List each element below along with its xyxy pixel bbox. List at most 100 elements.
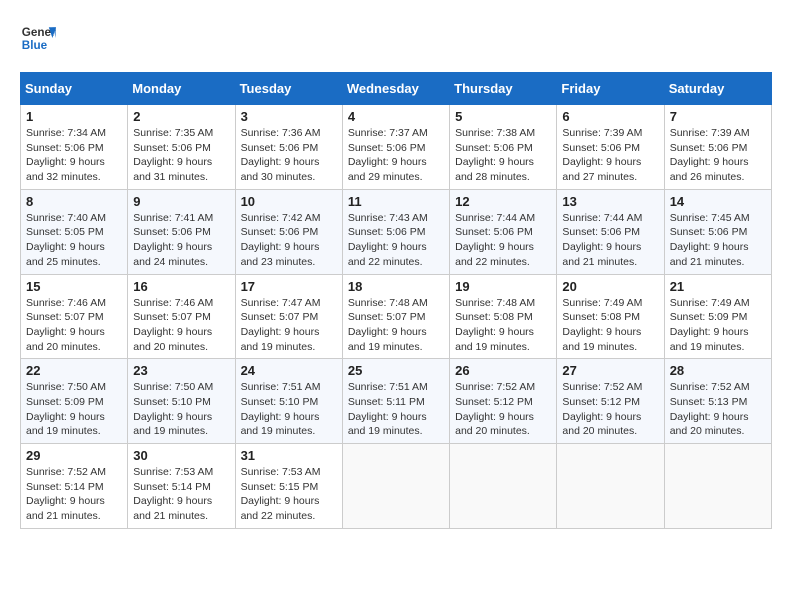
calendar-cell: 1 Sunrise: 7:34 AM Sunset: 5:06 PM Dayli…	[21, 105, 128, 190]
calendar-cell: 10 Sunrise: 7:42 AM Sunset: 5:06 PM Dayl…	[235, 189, 342, 274]
sunrise-label: Sunrise: 7:46 AM	[133, 297, 213, 309]
sunset-label: Sunset: 5:07 PM	[26, 311, 104, 323]
sunset-label: Sunset: 5:06 PM	[133, 142, 211, 154]
daylight-label: Daylight: 9 hours and 19 minutes.	[133, 411, 212, 438]
sunrise-label: Sunrise: 7:52 AM	[670, 381, 750, 393]
day-info: Sunrise: 7:48 AM Sunset: 5:08 PM Dayligh…	[455, 296, 551, 355]
calendar-cell: 6 Sunrise: 7:39 AM Sunset: 5:06 PM Dayli…	[557, 105, 664, 190]
day-number: 19	[455, 279, 551, 294]
sunrise-label: Sunrise: 7:34 AM	[26, 127, 106, 139]
sunset-label: Sunset: 5:12 PM	[455, 396, 533, 408]
sunrise-label: Sunrise: 7:50 AM	[133, 381, 213, 393]
calendar-table: SundayMondayTuesdayWednesdayThursdayFrid…	[20, 72, 772, 529]
calendar-cell: 22 Sunrise: 7:50 AM Sunset: 5:09 PM Dayl…	[21, 359, 128, 444]
daylight-label: Daylight: 9 hours and 21 minutes.	[26, 495, 105, 522]
daylight-label: Daylight: 9 hours and 25 minutes.	[26, 241, 105, 268]
sunset-label: Sunset: 5:07 PM	[348, 311, 426, 323]
daylight-label: Daylight: 9 hours and 19 minutes.	[562, 326, 641, 353]
sunset-label: Sunset: 5:06 PM	[455, 142, 533, 154]
page-header: General Blue	[20, 20, 772, 56]
sunrise-label: Sunrise: 7:46 AM	[26, 297, 106, 309]
day-info: Sunrise: 7:49 AM Sunset: 5:08 PM Dayligh…	[562, 296, 658, 355]
sunset-label: Sunset: 5:06 PM	[26, 142, 104, 154]
sunrise-label: Sunrise: 7:43 AM	[348, 212, 428, 224]
day-info: Sunrise: 7:40 AM Sunset: 5:05 PM Dayligh…	[26, 211, 122, 270]
sunset-label: Sunset: 5:06 PM	[455, 226, 533, 238]
day-info: Sunrise: 7:50 AM Sunset: 5:10 PM Dayligh…	[133, 380, 229, 439]
calendar-week-row: 22 Sunrise: 7:50 AM Sunset: 5:09 PM Dayl…	[21, 359, 772, 444]
day-number: 7	[670, 109, 766, 124]
sunset-label: Sunset: 5:08 PM	[562, 311, 640, 323]
calendar-cell: 8 Sunrise: 7:40 AM Sunset: 5:05 PM Dayli…	[21, 189, 128, 274]
calendar-cell	[664, 444, 771, 529]
daylight-label: Daylight: 9 hours and 19 minutes.	[348, 411, 427, 438]
calendar-cell: 21 Sunrise: 7:49 AM Sunset: 5:09 PM Dayl…	[664, 274, 771, 359]
calendar-cell: 24 Sunrise: 7:51 AM Sunset: 5:10 PM Dayl…	[235, 359, 342, 444]
day-info: Sunrise: 7:46 AM Sunset: 5:07 PM Dayligh…	[26, 296, 122, 355]
day-number: 14	[670, 194, 766, 209]
sunset-label: Sunset: 5:06 PM	[133, 226, 211, 238]
sunset-label: Sunset: 5:09 PM	[670, 311, 748, 323]
sunset-label: Sunset: 5:11 PM	[348, 396, 425, 408]
day-number: 17	[241, 279, 337, 294]
day-number: 15	[26, 279, 122, 294]
day-info: Sunrise: 7:35 AM Sunset: 5:06 PM Dayligh…	[133, 126, 229, 185]
sunrise-label: Sunrise: 7:45 AM	[670, 212, 750, 224]
daylight-label: Daylight: 9 hours and 20 minutes.	[455, 411, 534, 438]
sunrise-label: Sunrise: 7:41 AM	[133, 212, 213, 224]
sunrise-label: Sunrise: 7:39 AM	[670, 127, 750, 139]
logo: General Blue	[20, 20, 60, 56]
sunset-label: Sunset: 5:15 PM	[241, 481, 319, 493]
day-number: 5	[455, 109, 551, 124]
calendar-cell: 11 Sunrise: 7:43 AM Sunset: 5:06 PM Dayl…	[342, 189, 449, 274]
calendar-cell	[450, 444, 557, 529]
daylight-label: Daylight: 9 hours and 19 minutes.	[26, 411, 105, 438]
sunset-label: Sunset: 5:12 PM	[562, 396, 640, 408]
calendar-cell: 20 Sunrise: 7:49 AM Sunset: 5:08 PM Dayl…	[557, 274, 664, 359]
day-number: 25	[348, 363, 444, 378]
calendar-cell: 9 Sunrise: 7:41 AM Sunset: 5:06 PM Dayli…	[128, 189, 235, 274]
sunrise-label: Sunrise: 7:38 AM	[455, 127, 535, 139]
day-number: 30	[133, 448, 229, 463]
calendar-week-row: 8 Sunrise: 7:40 AM Sunset: 5:05 PM Dayli…	[21, 189, 772, 274]
day-number: 21	[670, 279, 766, 294]
sunrise-label: Sunrise: 7:35 AM	[133, 127, 213, 139]
daylight-label: Daylight: 9 hours and 20 minutes.	[562, 411, 641, 438]
day-number: 24	[241, 363, 337, 378]
col-header-tuesday: Tuesday	[235, 73, 342, 105]
daylight-label: Daylight: 9 hours and 20 minutes.	[670, 411, 749, 438]
sunset-label: Sunset: 5:10 PM	[133, 396, 211, 408]
day-number: 2	[133, 109, 229, 124]
calendar-cell: 16 Sunrise: 7:46 AM Sunset: 5:07 PM Dayl…	[128, 274, 235, 359]
sunrise-label: Sunrise: 7:39 AM	[562, 127, 642, 139]
calendar-cell: 26 Sunrise: 7:52 AM Sunset: 5:12 PM Dayl…	[450, 359, 557, 444]
daylight-label: Daylight: 9 hours and 27 minutes.	[562, 156, 641, 183]
sunset-label: Sunset: 5:09 PM	[26, 396, 104, 408]
day-number: 22	[26, 363, 122, 378]
sunrise-label: Sunrise: 7:51 AM	[348, 381, 428, 393]
calendar-cell: 4 Sunrise: 7:37 AM Sunset: 5:06 PM Dayli…	[342, 105, 449, 190]
calendar-cell: 31 Sunrise: 7:53 AM Sunset: 5:15 PM Dayl…	[235, 444, 342, 529]
calendar-cell: 3 Sunrise: 7:36 AM Sunset: 5:06 PM Dayli…	[235, 105, 342, 190]
daylight-label: Daylight: 9 hours and 21 minutes.	[562, 241, 641, 268]
daylight-label: Daylight: 9 hours and 22 minutes.	[348, 241, 427, 268]
day-info: Sunrise: 7:43 AM Sunset: 5:06 PM Dayligh…	[348, 211, 444, 270]
calendar-cell: 28 Sunrise: 7:52 AM Sunset: 5:13 PM Dayl…	[664, 359, 771, 444]
calendar-cell: 15 Sunrise: 7:46 AM Sunset: 5:07 PM Dayl…	[21, 274, 128, 359]
daylight-label: Daylight: 9 hours and 22 minutes.	[455, 241, 534, 268]
daylight-label: Daylight: 9 hours and 23 minutes.	[241, 241, 320, 268]
day-info: Sunrise: 7:50 AM Sunset: 5:09 PM Dayligh…	[26, 380, 122, 439]
col-header-sunday: Sunday	[21, 73, 128, 105]
sunrise-label: Sunrise: 7:52 AM	[562, 381, 642, 393]
calendar-cell: 12 Sunrise: 7:44 AM Sunset: 5:06 PM Dayl…	[450, 189, 557, 274]
day-info: Sunrise: 7:52 AM Sunset: 5:13 PM Dayligh…	[670, 380, 766, 439]
sunset-label: Sunset: 5:06 PM	[670, 226, 748, 238]
col-header-friday: Friday	[557, 73, 664, 105]
sunset-label: Sunset: 5:06 PM	[670, 142, 748, 154]
day-number: 3	[241, 109, 337, 124]
day-info: Sunrise: 7:39 AM Sunset: 5:06 PM Dayligh…	[670, 126, 766, 185]
sunrise-label: Sunrise: 7:42 AM	[241, 212, 321, 224]
calendar-cell	[557, 444, 664, 529]
calendar-cell: 25 Sunrise: 7:51 AM Sunset: 5:11 PM Dayl…	[342, 359, 449, 444]
day-info: Sunrise: 7:44 AM Sunset: 5:06 PM Dayligh…	[455, 211, 551, 270]
